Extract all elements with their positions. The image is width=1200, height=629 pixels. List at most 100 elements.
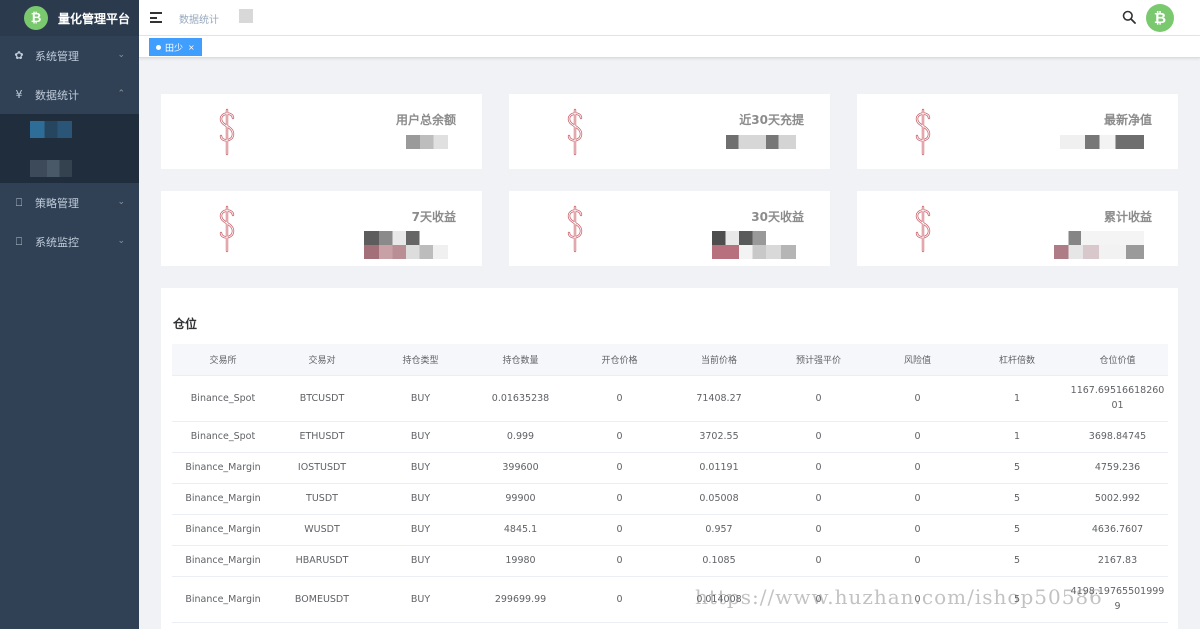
table-row[interactable]: Binance_Margin HBARUSDT BUY 19980 0 0.10… <box>172 545 1168 577</box>
dollar-icon <box>915 108 931 156</box>
cell-exchange: Binance_Spot <box>172 421 274 453</box>
column-header: 风险值 <box>868 344 967 376</box>
cell-side: BUY <box>370 375 471 422</box>
cell-side: BUY <box>370 483 471 515</box>
cell-liquidation-price: 0 <box>769 545 868 577</box>
stat-card-7d-profit: 7天收益 <box>161 191 482 266</box>
chevron-down-icon: ⌄ <box>117 236 125 246</box>
chevron-up-icon: ⌃ <box>117 89 125 99</box>
cell-current-price: 0.957 <box>669 514 769 546</box>
tags-view: 田少 × <box>139 36 1200 58</box>
column-header: 交易对 <box>274 344 370 376</box>
stat-card-cumulative-profit: 累计收益 <box>857 191 1178 266</box>
table-row[interactable]: Binance_Margin TUSDT BUY 99900 0 0.05008… <box>172 483 1168 515</box>
cell-risk: 0 <box>868 421 967 453</box>
cell-current-price: 0.05008 <box>669 483 769 515</box>
search-icon[interactable] <box>1122 10 1136 24</box>
monitor-icon: ⎕ <box>15 195 23 209</box>
column-header: 当前价格 <box>669 344 769 376</box>
cell-leverage: 5 <box>967 452 1067 484</box>
cell-pair: HBARUSDT <box>274 545 370 577</box>
cell-leverage: 5 <box>967 514 1067 546</box>
sidebar-item-label: 数据统计 <box>35 88 79 102</box>
column-header: 持仓数量 <box>471 344 570 376</box>
cell-liquidation-price: 0 <box>769 452 868 484</box>
table-row[interactable]: Binance_Spot ETHUSDT BUY 0.999 0 3702.55… <box>172 421 1168 453</box>
cell-position-value: 4636.7607 <box>1067 514 1168 546</box>
cell-quantity: 0.01635238 <box>471 375 570 422</box>
stat-title: 累计收益 <box>1103 210 1152 224</box>
panel-title: 仓位 <box>173 317 198 331</box>
column-header: 预计强平价 <box>769 344 868 376</box>
sidebar-item-data-statistics[interactable]: ¥ 数据统计 ⌃ <box>0 75 139 114</box>
column-header: 交易所 <box>172 344 274 376</box>
cell-exchange: Binance_Margin <box>172 576 274 623</box>
submenu-item-redacted[interactable] <box>30 121 72 138</box>
stat-value-redacted <box>712 231 796 259</box>
cell-current-price: 0.01191 <box>669 452 769 484</box>
cell-position-value: 3698.84745 <box>1067 421 1168 453</box>
cell-liquidation-price: 0 <box>769 421 868 453</box>
cell-side: BUY <box>370 421 471 453</box>
dollar-icon <box>567 205 583 253</box>
cell-leverage: 5 <box>967 483 1067 515</box>
submenu-item-redacted[interactable] <box>30 160 72 177</box>
hamburger-menu-icon[interactable] <box>150 12 162 23</box>
cell-risk: 0 <box>868 375 967 422</box>
table-row[interactable]: Binance_Margin IOSTUSDT BUY 399600 0 0.0… <box>172 452 1168 484</box>
table-row[interactable]: Binance_Spot BTCUSDT BUY 0.01635238 0 71… <box>172 375 1168 422</box>
cell-exchange: Binance_Margin <box>172 545 274 577</box>
close-icon[interactable]: × <box>188 43 195 52</box>
cell-leverage: 1 <box>967 375 1067 422</box>
stat-card-30d-profit: 30天收益 <box>509 191 830 266</box>
submenu-data-statistics <box>0 114 139 183</box>
stat-title: 用户总余额 <box>395 113 456 127</box>
cell-pair: BOMEUSDT <box>274 576 370 623</box>
breadcrumb[interactable]: 数据统计 <box>179 11 219 26</box>
cell-side: BUY <box>370 514 471 546</box>
cell-liquidation-price: 0 <box>769 514 868 546</box>
sidebar-item-strategy-management[interactable]: ⎕ 策略管理 ⌄ <box>0 183 139 222</box>
cell-quantity: 4845.1 <box>471 514 570 546</box>
cell-position-value: 4759.236 <box>1067 452 1168 484</box>
cell-liquidation-price: 0 <box>769 483 868 515</box>
chevron-down-icon: ⌄ <box>117 197 125 207</box>
dollar-icon <box>567 108 583 156</box>
cell-risk: 0 <box>868 545 967 577</box>
stat-title: 30天收益 <box>751 210 804 224</box>
cell-open-price: 0 <box>570 375 669 422</box>
stat-value-redacted <box>406 135 448 149</box>
cell-pair: TUSDT <box>274 483 370 515</box>
sidebar-item-system-management[interactable]: ✿ 系统管理 ⌄ <box>0 36 139 75</box>
sidebar-item-system-monitoring[interactable]: ⎕ 系统监控 ⌄ <box>0 222 139 261</box>
yen-icon: ¥ <box>15 88 23 101</box>
cell-side: BUY <box>370 545 471 577</box>
cell-pair: IOSTUSDT <box>274 452 370 484</box>
cell-side: BUY <box>370 576 471 623</box>
dollar-icon <box>219 108 235 156</box>
stat-card-30d-deposit-withdraw: 近30天充提 <box>509 94 830 169</box>
dollar-icon <box>219 205 235 253</box>
stat-value-redacted <box>726 135 796 149</box>
column-header: 持仓类型 <box>370 344 471 376</box>
cell-quantity: 299699.99 <box>471 576 570 623</box>
cell-position-value: 1167.6951661826001 <box>1067 375 1168 422</box>
cell-risk: 0 <box>868 483 967 515</box>
cell-position-value: 2167.83 <box>1067 545 1168 577</box>
sidebar: ₿ 量化管理平台 ✿ 系统管理 ⌄ ¥ 数据统计 ⌃ ⎕ 策略管理 ⌄ ⎕ 系统… <box>0 0 139 629</box>
cell-quantity: 399600 <box>471 452 570 484</box>
stat-title: 7天收益 <box>411 210 456 224</box>
logo[interactable]: ₿ 量化管理平台 <box>0 0 139 36</box>
cell-pair: ETHUSDT <box>274 421 370 453</box>
avatar[interactable]: ₿ <box>1146 4 1174 32</box>
sidebar-item-label: 策略管理 <box>35 196 79 210</box>
stat-value-redacted <box>364 231 448 259</box>
watermark: https://www.huzhan.com/ishop50586 <box>695 585 1103 609</box>
tag-active[interactable]: 田少 × <box>149 38 202 56</box>
stat-value-redacted <box>1054 231 1144 259</box>
cell-exchange: Binance_Margin <box>172 514 274 546</box>
table-row[interactable]: Binance_Margin WUSDT BUY 4845.1 0 0.957 … <box>172 514 1168 546</box>
positions-panel: 仓位 交易所 交易对 持仓类型 持仓数量 开仓价格 当前价格 预计强平价 风险值… <box>161 288 1178 629</box>
cell-open-price: 0 <box>570 452 669 484</box>
cell-open-price: 0 <box>570 483 669 515</box>
